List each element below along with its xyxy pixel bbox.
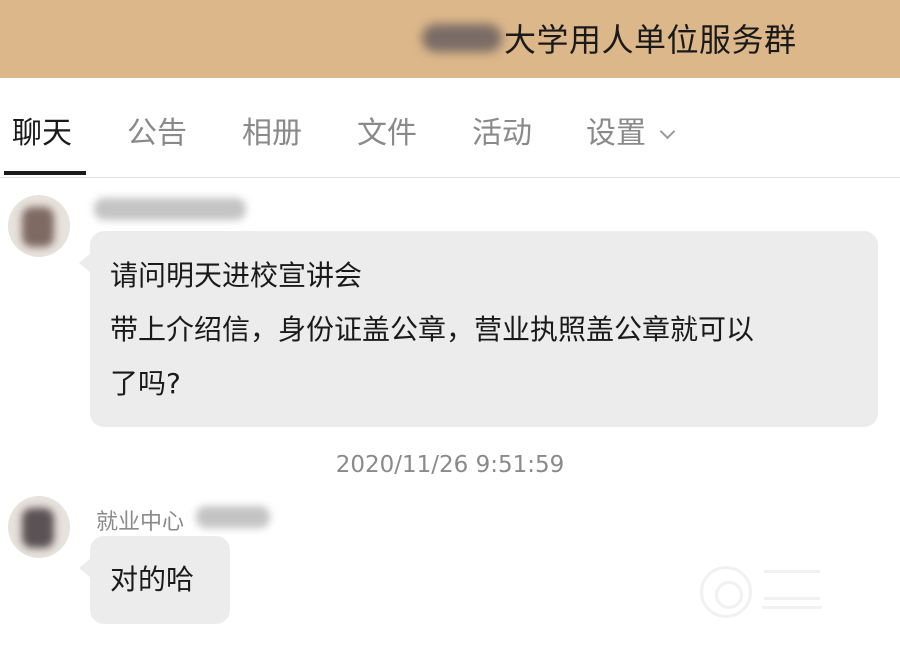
redacted-prefix — [422, 24, 502, 52]
sender-name: 就业中心 — [96, 510, 185, 535]
tab-files[interactable]: 文件 — [357, 108, 417, 152]
chevron-down-icon — [659, 123, 676, 140]
group-header: 大学用人单位服务群 — [0, 0, 900, 78]
tab-bar: 聊天 公告 相册 文件 活动 设置 — [0, 78, 900, 178]
active-tab-indicator — [4, 171, 86, 175]
group-name: 大学用人单位服务群 — [504, 21, 797, 59]
message-bubble[interactable]: 请问明天进校宣讲会 带上介绍信，身份证盖公章，营业执照盖公章就可以 了吗? — [79, 231, 878, 427]
message-timestamp: 2020/11/26 9:51:59 — [335, 452, 565, 478]
message-line: 了吗? — [110, 367, 181, 400]
message-bubble[interactable]: 对的哈 — [79, 536, 230, 624]
redacted-sender-suffix — [196, 506, 270, 528]
avatar[interactable] — [8, 195, 70, 257]
avatar[interactable] — [8, 496, 70, 558]
group-title: 大学用人单位服务群 — [422, 16, 797, 60]
tab-settings[interactable]: 设置 — [586, 108, 676, 152]
tab-chat[interactable]: 聊天 — [12, 108, 72, 152]
tab-activities[interactable]: 活动 — [472, 108, 532, 152]
tab-settings-label: 设置 — [586, 116, 646, 151]
watermark-logo — [700, 566, 830, 618]
tab-album[interactable]: 相册 — [242, 108, 302, 152]
tab-announcements[interactable]: 公告 — [127, 108, 187, 152]
message-line: 对的哈 — [110, 563, 195, 596]
message-line: 带上介绍信，身份证盖公章，营业执照盖公章就可以 — [110, 313, 755, 346]
message-line: 请问明天进校宣讲会 — [110, 259, 363, 292]
redacted-sender-name — [94, 198, 246, 220]
